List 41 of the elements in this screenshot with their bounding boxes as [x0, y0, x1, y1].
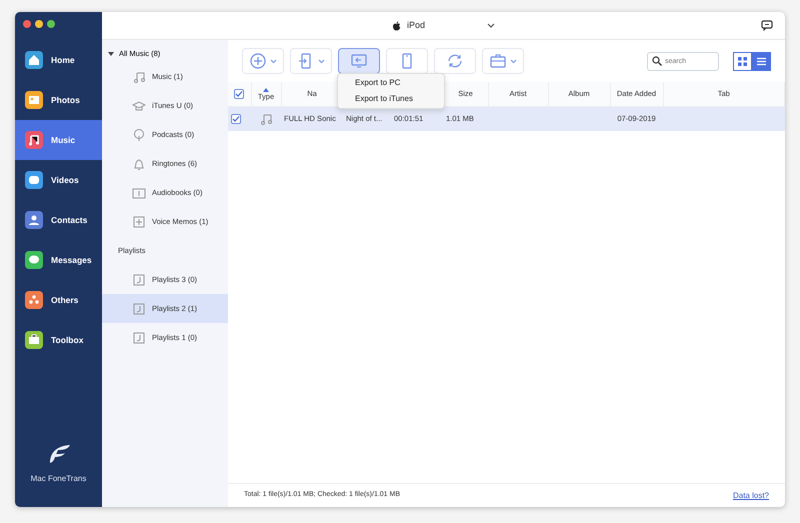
grid-icon	[738, 56, 747, 66]
search-icon	[652, 56, 662, 66]
device-name: iPod	[406, 18, 425, 32]
nav-item[interactable]: Others	[15, 280, 102, 320]
chevron-down-icon[interactable]	[487, 22, 495, 28]
checkbox[interactable]	[231, 114, 241, 124]
data-lost-link[interactable]: Data lost?	[732, 490, 769, 502]
list-icon	[757, 56, 766, 66]
checkbox[interactable]	[234, 89, 244, 100]
chevron-down-icon	[510, 58, 517, 64]
playlist-icon	[132, 272, 146, 286]
nav-item[interactable]: Toolbox	[15, 320, 102, 360]
app-name: Mac FoneTrans	[30, 473, 86, 485]
briefcase-icon	[489, 52, 507, 70]
sort-arrow-icon	[263, 88, 269, 92]
music-note-icon	[132, 70, 146, 84]
music-note-icon	[259, 112, 273, 126]
playlist-icon	[132, 330, 146, 344]
list-view-button[interactable]	[752, 52, 771, 70]
toolbar-button[interactable]	[338, 48, 380, 74]
bell-icon	[132, 156, 146, 170]
apple-icon	[392, 20, 401, 30]
book-icon	[132, 186, 146, 200]
plus-square-icon	[132, 214, 146, 228]
sync-icon	[446, 52, 464, 70]
triangle-down-icon	[108, 51, 114, 57]
grid-view-button[interactable]	[733, 52, 752, 70]
podcast-icon	[132, 128, 146, 142]
nav-item[interactable]: Contacts	[15, 200, 102, 240]
chevron-down-icon	[318, 58, 325, 64]
monitor-export-icon	[350, 52, 368, 70]
nav-item[interactable]: Videos	[15, 160, 102, 200]
plus-circle-icon	[249, 52, 267, 70]
nav-item[interactable]: Messages	[15, 240, 102, 280]
nav-item[interactable]: Music	[15, 120, 102, 160]
chat-icon[interactable]	[761, 20, 773, 31]
chevron-down-icon	[270, 58, 277, 64]
nav-item[interactable]: Home	[15, 40, 102, 80]
graduation-cap-icon	[132, 98, 146, 112]
playlist-icon	[132, 302, 146, 316]
nav-item[interactable]: Photos	[15, 80, 102, 120]
